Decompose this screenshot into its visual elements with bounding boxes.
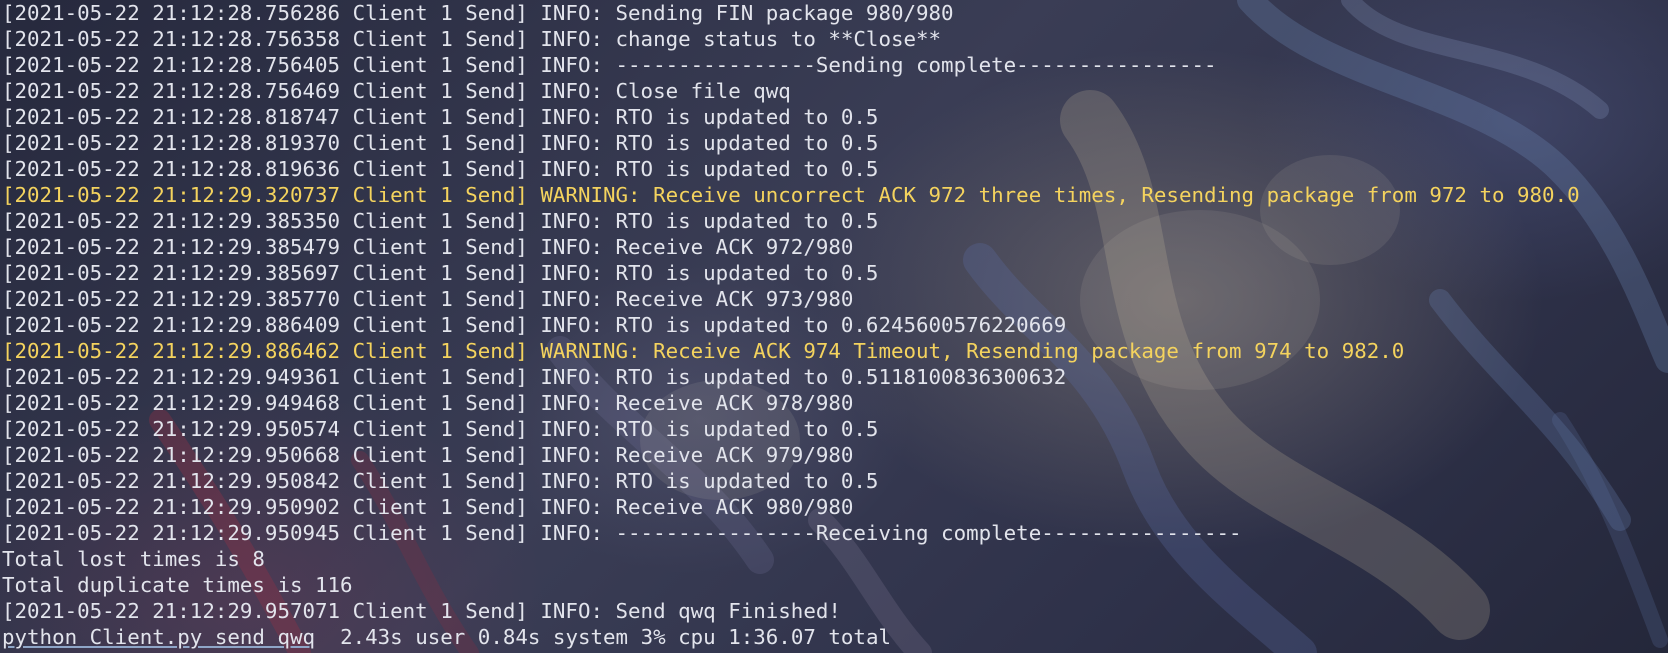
log-line: [2021-05-22 21:12:29.886409 Client 1 Sen…: [2, 313, 1067, 337]
log-line: [2021-05-22 21:12:29.949361 Client 1 Sen…: [2, 365, 1067, 389]
command-text: python Client.py send qwq: [2, 625, 316, 649]
log-line-warning: [2021-05-22 21:12:29.320737 Client 1 Sen…: [2, 183, 1580, 207]
terminal-output: [2021-05-22 21:12:28.756286 Client 1 Sen…: [2, 0, 1666, 650]
log-line: [2021-05-22 21:12:28.756286 Client 1 Sen…: [2, 1, 954, 25]
log-line: [2021-05-22 21:12:29.385350 Client 1 Sen…: [2, 209, 879, 233]
log-line: [2021-05-22 21:12:29.957071 Client 1 Sen…: [2, 599, 841, 623]
log-line: [2021-05-22 21:12:29.385697 Client 1 Sen…: [2, 261, 879, 285]
log-line: [2021-05-22 21:12:29.385770 Client 1 Sen…: [2, 287, 854, 311]
log-line: [2021-05-22 21:12:29.385479 Client 1 Sen…: [2, 235, 854, 259]
log-line: [2021-05-22 21:12:28.756358 Client 1 Sen…: [2, 27, 942, 51]
log-line: [2021-05-22 21:12:29.950668 Client 1 Sen…: [2, 443, 854, 467]
terminal-window[interactable]: [2021-05-22 21:12:28.756286 Client 1 Sen…: [0, 0, 1668, 653]
log-line: [2021-05-22 21:12:28.756405 Client 1 Sen…: [2, 53, 1217, 77]
summary-duplicate-times: Total duplicate times is 116: [2, 573, 353, 597]
log-line: [2021-05-22 21:12:28.818747 Client 1 Sen…: [2, 105, 879, 129]
log-line: [2021-05-22 21:12:29.950574 Client 1 Sen…: [2, 417, 879, 441]
log-line: [2021-05-22 21:12:29.949468 Client 1 Sen…: [2, 391, 854, 415]
log-line-warning: [2021-05-22 21:12:29.886462 Client 1 Sen…: [2, 339, 1405, 363]
log-line: [2021-05-22 21:12:29.950945 Client 1 Sen…: [2, 521, 1242, 545]
log-line: [2021-05-22 21:12:28.756469 Client 1 Sen…: [2, 79, 791, 103]
summary-lost-times: Total lost times is 8: [2, 547, 265, 571]
log-line: [2021-05-22 21:12:29.950902 Client 1 Sen…: [2, 495, 854, 519]
command-timing-line: python Client.py send qwq 2.43s user 0.8…: [2, 624, 1666, 650]
log-line: [2021-05-22 21:12:28.819370 Client 1 Sen…: [2, 131, 879, 155]
log-line: [2021-05-22 21:12:29.950842 Client 1 Sen…: [2, 469, 879, 493]
log-line: [2021-05-22 21:12:28.819636 Client 1 Sen…: [2, 157, 879, 181]
timing-text: 2.43s user 0.84s system 3% cpu 1:36.07 t…: [315, 625, 891, 649]
